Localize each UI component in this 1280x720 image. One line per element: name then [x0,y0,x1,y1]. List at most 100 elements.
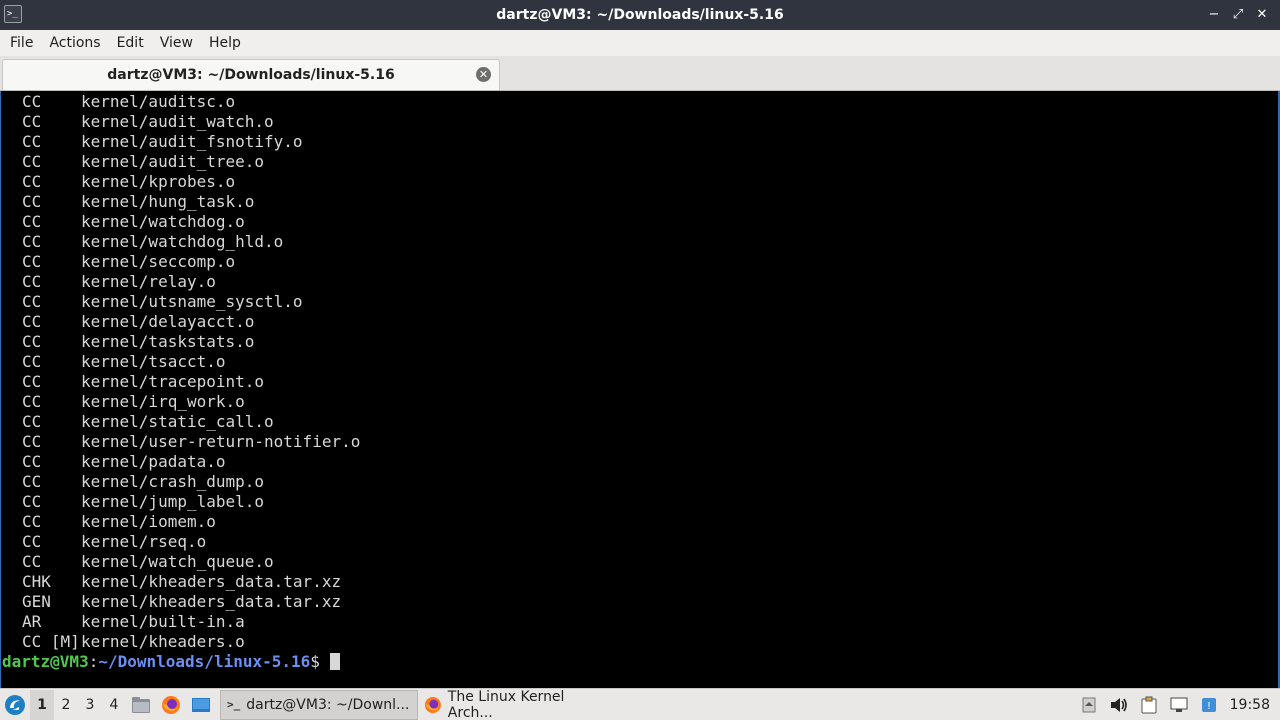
build-step-tag: CHK [22,572,51,591]
system-tray: ! 19:58 [1074,689,1280,720]
terminal-line: CC kernel/relay.o [1,272,1278,292]
prompt-colon: : [88,652,99,671]
terminal-line: CC kernel/rseq.o [1,532,1278,552]
build-object-path: kernel/audit_watch.o [81,112,274,131]
terminal-line: CC kernel/seccomp.o [1,252,1278,272]
build-object-path: kernel/audit_tree.o [81,152,265,171]
file-manager-launcher[interactable] [126,690,156,720]
terminal-line: AR kernel/built-in.a [1,612,1278,632]
build-object-path: kernel/watchdog_hld.o [81,232,284,251]
minimize-button[interactable]: − [1204,5,1224,25]
start-menu-button[interactable] [0,690,30,720]
taskbar-item-terminal[interactable]: >_ dartz@VM3: ~/Downl... [220,689,418,720]
build-step-tag: CC [22,252,42,271]
terminal-tab[interactable]: dartz@VM3: ~/Downloads/linux-5.16 ✕ [2,59,500,90]
terminal-line: CC kernel/crash_dump.o [1,472,1278,492]
terminal-line: CC kernel/hung_task.o [1,192,1278,212]
update-notifier-button[interactable]: ! [1194,690,1224,720]
terminal-line: CC kernel/delayacct.o [1,312,1278,332]
update-icon: ! [1201,698,1216,712]
terminal-line: CC kernel/tsacct.o [1,352,1278,372]
build-object-path: kernel/kheaders_data.tar.xz [81,572,342,591]
menu-help[interactable]: Help [201,30,249,56]
firefox-icon [162,695,180,714]
tab-close-icon[interactable]: ✕ [476,67,491,82]
terminal-line: GEN kernel/kheaders_data.tar.xz [1,592,1278,612]
terminal-line: CC kernel/tracepoint.o [1,372,1278,392]
taskbar: 1 2 3 4 >_ dartz@VM3: ~/Downl... The Lin… [0,688,1280,720]
menu-bar: File Actions Edit View Help [0,30,1280,56]
terminal-line: CC kernel/user-return-notifier.o [1,432,1278,452]
build-object-path: kernel/rseq.o [81,532,207,551]
clipboard-button[interactable] [1134,690,1164,720]
build-object-path: kernel/relay.o [81,272,216,291]
build-object-path: kernel/kheaders.o [81,632,245,651]
terminal-line: CC kernel/iomem.o [1,512,1278,532]
terminal-line: CHK kernel/kheaders_data.tar.xz [1,572,1278,592]
show-desktop-button[interactable] [186,690,216,720]
build-object-path: kernel/watch_queue.o [81,552,274,571]
workspace-2[interactable]: 2 [54,690,78,720]
workspace-3[interactable]: 3 [78,690,102,720]
firefox-icon [424,696,441,713]
window-titlebar[interactable]: >_ dartz@VM3: ~/Downloads/linux-5.16 − ⤢… [0,0,1280,30]
terminal-app-icon[interactable]: >_ [4,5,22,23]
build-object-path: kernel/iomem.o [81,512,216,531]
build-step-tag: CC [22,292,42,311]
prompt-directory: ~/Downloads/linux-5.16 [98,652,311,671]
menu-view[interactable]: View [152,30,201,56]
build-step-tag: CC [22,212,42,231]
build-object-path: kernel/jump_label.o [81,492,265,511]
workspace-4[interactable]: 4 [102,690,126,720]
build-object-path: kernel/audit_fsnotify.o [81,132,303,151]
build-step-tag: CC [22,352,42,371]
terminal-line: CC kernel/kprobes.o [1,172,1278,192]
clipboard-icon [1141,696,1157,714]
maximize-button[interactable]: ⤢ [1228,5,1248,25]
build-object-path: kernel/seccomp.o [81,252,236,271]
prompt-user-host: dartz@VM3 [2,652,89,671]
build-object-path: kernel/crash_dump.o [81,472,265,491]
build-object-path: kernel/built-in.a [81,612,245,631]
desktop-icon [192,697,210,712]
build-step-tag: CC [22,392,42,411]
close-button[interactable]: ✕ [1252,5,1272,25]
build-object-path: kernel/watchdog.o [81,212,245,231]
folder-icon [132,696,150,713]
taskbar-item-label: dartz@VM3: ~/Downl... [246,696,410,713]
tab-label: dartz@VM3: ~/Downloads/linux-5.16 [107,67,395,83]
taskbar-item-label: The Linux Kernel Arch... [447,688,565,720]
build-step-tag: CC [22,192,42,211]
terminal-output[interactable]: CC kernel/auditsc.o CC kernel/audit_watch.o… [0,91,1280,688]
build-object-path: kernel/irq_work.o [81,392,245,411]
firefox-launcher[interactable] [156,690,186,720]
build-step-tag: CC [M] [22,632,80,651]
build-step-tag: CC [22,552,42,571]
clock[interactable]: 19:58 [1224,697,1280,713]
build-object-path: kernel/utsname_sysctl.o [81,292,303,311]
terminal-line: CC kernel/watch_queue.o [1,552,1278,572]
build-object-path: kernel/padata.o [81,452,226,471]
terminal-lines: CC kernel/auditsc.o CC kernel/audit_watch.o… [1,91,1278,652]
menu-file[interactable]: File [2,30,41,56]
svg-text:!: ! [1207,701,1211,712]
build-object-path: kernel/taskstats.o [81,332,255,351]
build-step-tag: CC [22,532,42,551]
build-step-tag: CC [22,512,42,531]
build-object-path: kernel/auditsc.o [81,92,236,111]
build-object-path: kernel/delayacct.o [81,312,255,331]
build-step-tag: CC [22,92,42,111]
network-button[interactable] [1164,690,1194,720]
menu-edit[interactable]: Edit [109,30,152,56]
terminal-line: CC kernel/static_call.o [1,412,1278,432]
volume-button[interactable] [1104,690,1134,720]
build-step-tag: CC [22,112,42,131]
tab-bar: dartz@VM3: ~/Downloads/linux-5.16 ✕ [0,56,1280,91]
network-icon [1170,697,1188,712]
terminal-line: CC kernel/jump_label.o [1,492,1278,512]
build-step-tag: CC [22,152,42,171]
taskbar-item-firefox[interactable]: The Linux Kernel Arch... [418,688,618,720]
tray-arrow-button[interactable] [1074,690,1104,720]
workspace-1[interactable]: 1 [30,689,54,720]
menu-actions[interactable]: Actions [41,30,108,56]
